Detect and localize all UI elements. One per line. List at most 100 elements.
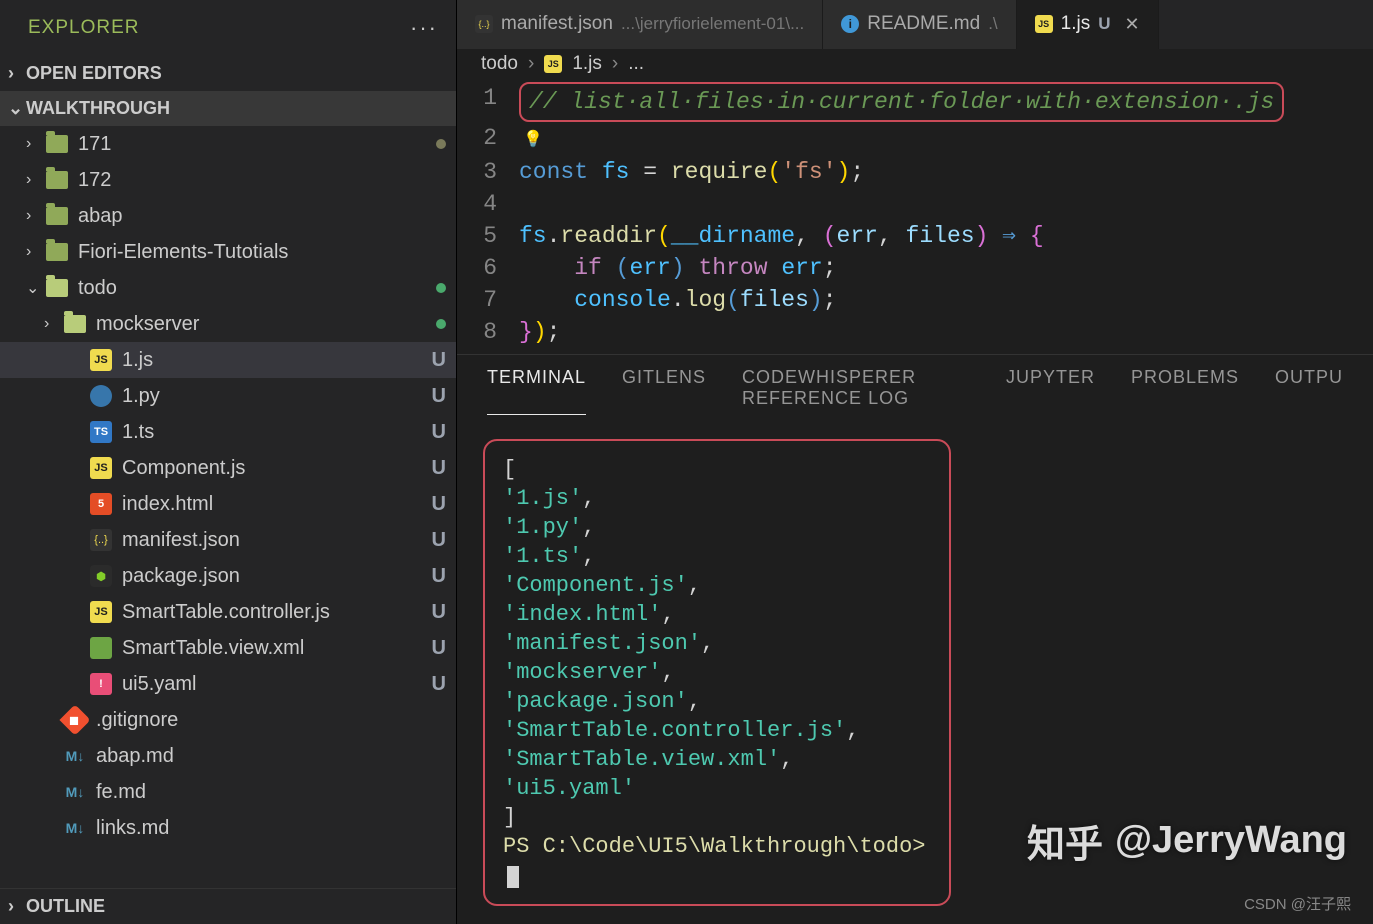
folder-item[interactable]: › 171: [0, 126, 456, 162]
panel-tab[interactable]: TERMINAL: [487, 367, 586, 415]
more-icon[interactable]: ···: [410, 15, 438, 41]
file-item[interactable]: ◆ .gitignore: [0, 702, 456, 738]
git-status: U: [432, 421, 446, 444]
file-item[interactable]: 5index.htmlU: [0, 486, 456, 522]
chevron-icon: ›: [26, 243, 40, 261]
file-item[interactable]: SmartTable.view.xml U: [0, 630, 456, 666]
folder-icon: [46, 135, 68, 153]
terminal-output[interactable]: [ '1.js', '1.py', '1.ts', 'Component.js'…: [483, 439, 951, 906]
panel-tab[interactable]: JUPYTER: [1006, 367, 1095, 415]
git-status: U: [432, 529, 446, 552]
close-icon[interactable]: ✕: [1125, 14, 1140, 35]
chevron-right-icon: ›: [528, 53, 534, 75]
js-icon: JS: [544, 55, 562, 73]
tab-label: manifest.json: [501, 13, 613, 35]
code-editor[interactable]: 1// list·all·files·in·current·folder·wit…: [457, 80, 1373, 348]
chevron-icon: ⌄: [26, 278, 40, 298]
editor-tab[interactable]: i README.md .\: [823, 0, 1016, 49]
git-status: U: [432, 565, 446, 588]
folder-item[interactable]: ⌄ todo: [0, 270, 456, 306]
file-item[interactable]: TS1.tsU: [0, 414, 456, 450]
panel-tab[interactable]: CODEWHISPERER REFERENCE LOG: [742, 367, 970, 415]
file-item[interactable]: M↓abap.md: [0, 738, 456, 774]
chevron-icon: ›: [26, 171, 40, 189]
file-item[interactable]: JS1.jsU: [0, 342, 456, 378]
item-label: mockserver: [96, 313, 430, 336]
git-icon: ◆: [59, 704, 90, 735]
file-item[interactable]: !ui5.yamlU: [0, 666, 456, 702]
git-status: U: [432, 385, 446, 408]
git-status: U: [432, 673, 446, 696]
item-label: Component.js: [122, 457, 426, 480]
folder-item[interactable]: › abap: [0, 198, 456, 234]
item-label: 1.py: [122, 385, 426, 408]
item-label: SmartTable.view.xml: [122, 637, 426, 660]
explorer-sidebar: EXPLORER ··· › OPEN EDITORS ⌄ WALKTHROUG…: [0, 0, 457, 924]
folder-icon: [46, 171, 68, 189]
item-label: abap: [78, 205, 446, 228]
tab-label: README.md: [867, 13, 980, 35]
item-label: 1.ts: [122, 421, 426, 444]
file-item[interactable]: JSSmartTable.controller.jsU: [0, 594, 456, 630]
py-icon: [90, 385, 112, 407]
json-icon: {..}: [90, 529, 112, 551]
chevron-icon: ›: [26, 207, 40, 225]
item-label: fe.md: [96, 781, 446, 804]
terminal-line: 'index.html',: [503, 600, 931, 629]
folder-icon: [64, 315, 86, 333]
item-label: manifest.json: [122, 529, 426, 552]
file-item[interactable]: 1.py U: [0, 378, 456, 414]
html-icon: 5: [90, 493, 112, 515]
terminal-line: 'SmartTable.view.xml',: [503, 745, 931, 774]
yaml-icon: !: [90, 673, 112, 695]
file-tree: ›171›172›abap›Fiori-Elements-Tutotials⌄t…: [0, 126, 456, 888]
chevron-icon: ›: [44, 315, 58, 333]
open-editors-section[interactable]: › OPEN EDITORS: [0, 56, 456, 91]
terminal-line: 'ui5.yaml': [503, 774, 931, 803]
panel-tab[interactable]: OUTPU: [1275, 367, 1343, 415]
tab-subtitle: .\: [988, 14, 997, 34]
git-status: U: [432, 493, 446, 516]
editor-tab[interactable]: {..}manifest.json...\jerryfiorielement-0…: [457, 0, 823, 49]
panel-tab[interactable]: GITLENS: [622, 367, 706, 415]
info-icon: i: [841, 15, 859, 33]
xml-icon: [90, 637, 112, 659]
item-label: package.json: [122, 565, 426, 588]
folder-icon: [46, 279, 68, 297]
terminal-line: '1.py',: [503, 513, 931, 542]
file-item[interactable]: M↓links.md: [0, 810, 456, 846]
folder-item[interactable]: ›172: [0, 162, 456, 198]
item-label: todo: [78, 277, 430, 300]
js-icon: JS: [90, 349, 112, 371]
explorer-header: EXPLORER ···: [0, 0, 456, 56]
editor-tab[interactable]: JS1.jsU✕: [1017, 0, 1159, 49]
md-icon: M↓: [64, 745, 86, 767]
panel-tab[interactable]: PROBLEMS: [1131, 367, 1239, 415]
json-icon: {..}: [475, 15, 493, 33]
file-item[interactable]: JSComponent.jsU: [0, 450, 456, 486]
chevron-right-icon: ›: [8, 63, 20, 84]
tab-status: U: [1098, 14, 1110, 34]
terminal-line: '1.js',: [503, 484, 931, 513]
item-label: 171: [78, 133, 430, 156]
git-status: U: [432, 637, 446, 660]
item-label: SmartTable.controller.js: [122, 601, 426, 624]
file-item[interactable]: {..} manifest.json U: [0, 522, 456, 558]
lightbulb-icon[interactable]: 💡: [523, 131, 543, 149]
folder-item[interactable]: › mockserver: [0, 306, 456, 342]
modified-dot: [436, 139, 446, 149]
walkthrough-section[interactable]: ⌄ WALKTHROUGH: [0, 91, 456, 126]
breadcrumb[interactable]: todo › JS 1.js › ...: [457, 49, 1373, 80]
folder-item[interactable]: ›Fiori-Elements-Tutotials: [0, 234, 456, 270]
modified-dot: [436, 319, 446, 329]
item-label: .gitignore: [96, 709, 446, 732]
file-item[interactable]: M↓fe.md: [0, 774, 456, 810]
footer-credit: CSDN @汪子熙: [1244, 893, 1351, 914]
outline-section[interactable]: › OUTLINE: [0, 888, 456, 924]
file-item[interactable]: ⬢package.jsonU: [0, 558, 456, 594]
folder-icon: [46, 207, 68, 225]
chevron-down-icon: ⌄: [8, 98, 20, 119]
cursor: [507, 866, 519, 888]
tab-bar: {..}manifest.json...\jerryfiorielement-0…: [457, 0, 1373, 49]
chevron-icon: ›: [26, 135, 40, 153]
